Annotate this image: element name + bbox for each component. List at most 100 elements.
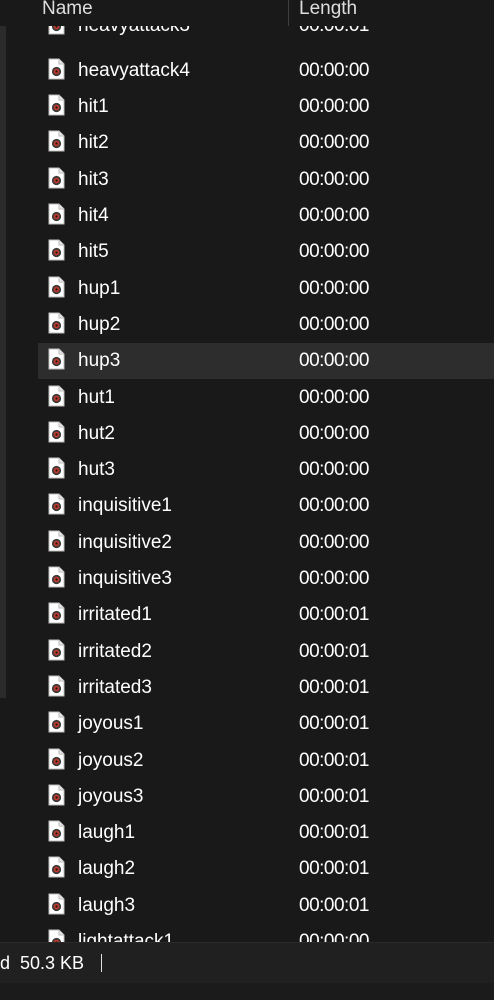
file-row[interactable]: hut2 00:00:00 xyxy=(38,416,494,452)
file-length: 00:00:01 xyxy=(299,894,369,916)
status-selection-info: d 50.3 KB xyxy=(0,953,85,973)
column-divider[interactable] xyxy=(288,0,289,26)
audio-file-icon xyxy=(48,239,65,261)
file-length: 00:00:01 xyxy=(299,676,369,698)
audio-file-icon xyxy=(48,385,65,406)
file-row[interactable]: inquisitive1 00:00:00 xyxy=(38,488,494,524)
audio-file-icon xyxy=(48,94,65,116)
file-name: hit3 xyxy=(78,168,109,190)
file-length: 00:00:00 xyxy=(299,459,369,481)
file-length: 00:00:00 xyxy=(299,313,369,335)
file-name: hut1 xyxy=(78,386,115,408)
audio-file-icon xyxy=(48,203,65,225)
file-name: hup2 xyxy=(78,313,121,335)
file-name: hit5 xyxy=(78,241,109,263)
audio-file-icon xyxy=(48,784,65,806)
file-length: 00:00:01 xyxy=(299,822,369,844)
file-name: inquisitive3 xyxy=(78,568,172,589)
file-name: laugh2 xyxy=(78,858,136,880)
file-length: 00:00:00 xyxy=(299,568,369,589)
file-name: hit4 xyxy=(78,205,109,226)
file-length: 00:00:01 xyxy=(299,604,369,626)
file-length: 00:00:00 xyxy=(299,931,369,942)
file-row[interactable]: hit5 00:00:00 xyxy=(38,234,494,270)
file-row[interactable]: joyous1 00:00:01 xyxy=(38,706,494,742)
file-row[interactable]: hut1 00:00:00 xyxy=(38,380,494,416)
audio-file-icon xyxy=(48,856,65,878)
file-length: 00:00:01 xyxy=(299,785,369,807)
file-name: irritated3 xyxy=(78,676,152,698)
audio-file-icon xyxy=(48,893,65,915)
file-row[interactable]: hit2 00:00:00 xyxy=(38,125,494,161)
file-row[interactable]: heavyattack4 00:00:00 xyxy=(38,53,494,89)
file-row[interactable]: hit4 00:00:00 xyxy=(38,198,494,234)
file-row[interactable]: hit1 00:00:00 xyxy=(38,89,494,125)
file-length: 00:00:01 xyxy=(299,858,369,880)
audio-file-icon xyxy=(48,312,65,334)
audio-file-icon xyxy=(48,167,65,189)
file-row[interactable]: lightattack1 00:00:00 xyxy=(38,924,494,942)
file-length: 00:00:00 xyxy=(299,59,369,81)
file-name: heavyattack4 xyxy=(78,59,190,81)
file-row[interactable]: hut3 00:00:00 xyxy=(38,452,494,488)
file-length: 00:00:00 xyxy=(299,277,369,299)
column-header-length[interactable]: Length xyxy=(299,0,357,22)
status-bar: d 50.3 KB xyxy=(0,942,494,983)
file-list[interactable]: heavyattack300:00:01heavyattack400:00:00… xyxy=(0,0,494,942)
audio-file-icon xyxy=(48,748,65,769)
file-length: 00:00:00 xyxy=(299,132,369,154)
file-length: 00:00:00 xyxy=(299,205,369,226)
file-row[interactable]: joyous2 00:00:01 xyxy=(38,743,494,779)
file-name: laugh1 xyxy=(78,822,136,844)
file-row[interactable]: irritated3 00:00:01 xyxy=(38,670,494,706)
file-row[interactable]: laugh2 00:00:01 xyxy=(38,851,494,887)
column-header-bar: Name Length xyxy=(0,0,494,26)
file-row[interactable]: inquisitive3 00:00:00 xyxy=(38,561,494,597)
audio-file-icon xyxy=(48,58,65,80)
file-row[interactable]: hup2 00:00:00 xyxy=(38,307,494,343)
file-length: 00:00:00 xyxy=(299,531,369,553)
audio-file-icon xyxy=(48,130,65,152)
file-name: hut3 xyxy=(78,459,115,481)
file-row[interactable]: joyous3 00:00:01 xyxy=(38,779,494,815)
audio-file-icon xyxy=(48,675,65,697)
file-name: hup1 xyxy=(78,277,121,299)
file-length: 00:00:01 xyxy=(299,640,369,662)
file-name: hit1 xyxy=(78,96,109,118)
audio-file-icon xyxy=(48,457,65,479)
file-row[interactable]: hup1 00:00:00 xyxy=(38,271,494,307)
file-length: 00:00:00 xyxy=(299,168,369,190)
file-name: joyous1 xyxy=(78,713,144,735)
audio-file-icon xyxy=(48,602,65,624)
file-name: hut2 xyxy=(78,422,115,444)
file-name: inquisitive2 xyxy=(78,531,172,553)
file-name: inquisitive1 xyxy=(78,495,172,517)
file-row[interactable]: hup3 00:00:00 xyxy=(38,343,494,380)
file-row[interactable]: irritated1 00:00:01 xyxy=(38,597,494,633)
file-name: joyous3 xyxy=(78,785,144,807)
file-row[interactable]: laugh3 00:00:01 xyxy=(38,888,494,924)
audio-file-icon xyxy=(48,421,65,443)
audio-file-icon xyxy=(48,348,65,370)
audio-file-icon xyxy=(48,276,65,298)
file-row[interactable]: inquisitive2 00:00:00 xyxy=(38,525,494,561)
file-name: irritated1 xyxy=(78,604,152,626)
file-row[interactable]: irritated2 00:00:01 xyxy=(38,634,494,670)
audio-file-icon xyxy=(48,639,65,661)
file-name: joyous2 xyxy=(78,749,144,771)
audio-file-icon xyxy=(48,566,65,588)
file-length: 00:00:01 xyxy=(299,749,369,771)
audio-file-icon xyxy=(48,493,65,515)
file-length: 00:00:00 xyxy=(299,422,369,444)
status-separator xyxy=(101,954,102,972)
audio-file-icon xyxy=(48,820,65,842)
file-length: 00:00:00 xyxy=(299,386,369,408)
file-row[interactable]: hit3 00:00:00 xyxy=(38,162,494,198)
file-name: laugh3 xyxy=(78,894,136,916)
file-length: 00:00:00 xyxy=(299,241,369,263)
file-row[interactable]: laugh1 00:00:01 xyxy=(38,815,494,851)
file-name: hup3 xyxy=(78,350,121,372)
column-header-name[interactable]: Name xyxy=(42,0,93,22)
audio-file-icon xyxy=(48,530,65,552)
file-length: 00:00:00 xyxy=(299,495,369,517)
